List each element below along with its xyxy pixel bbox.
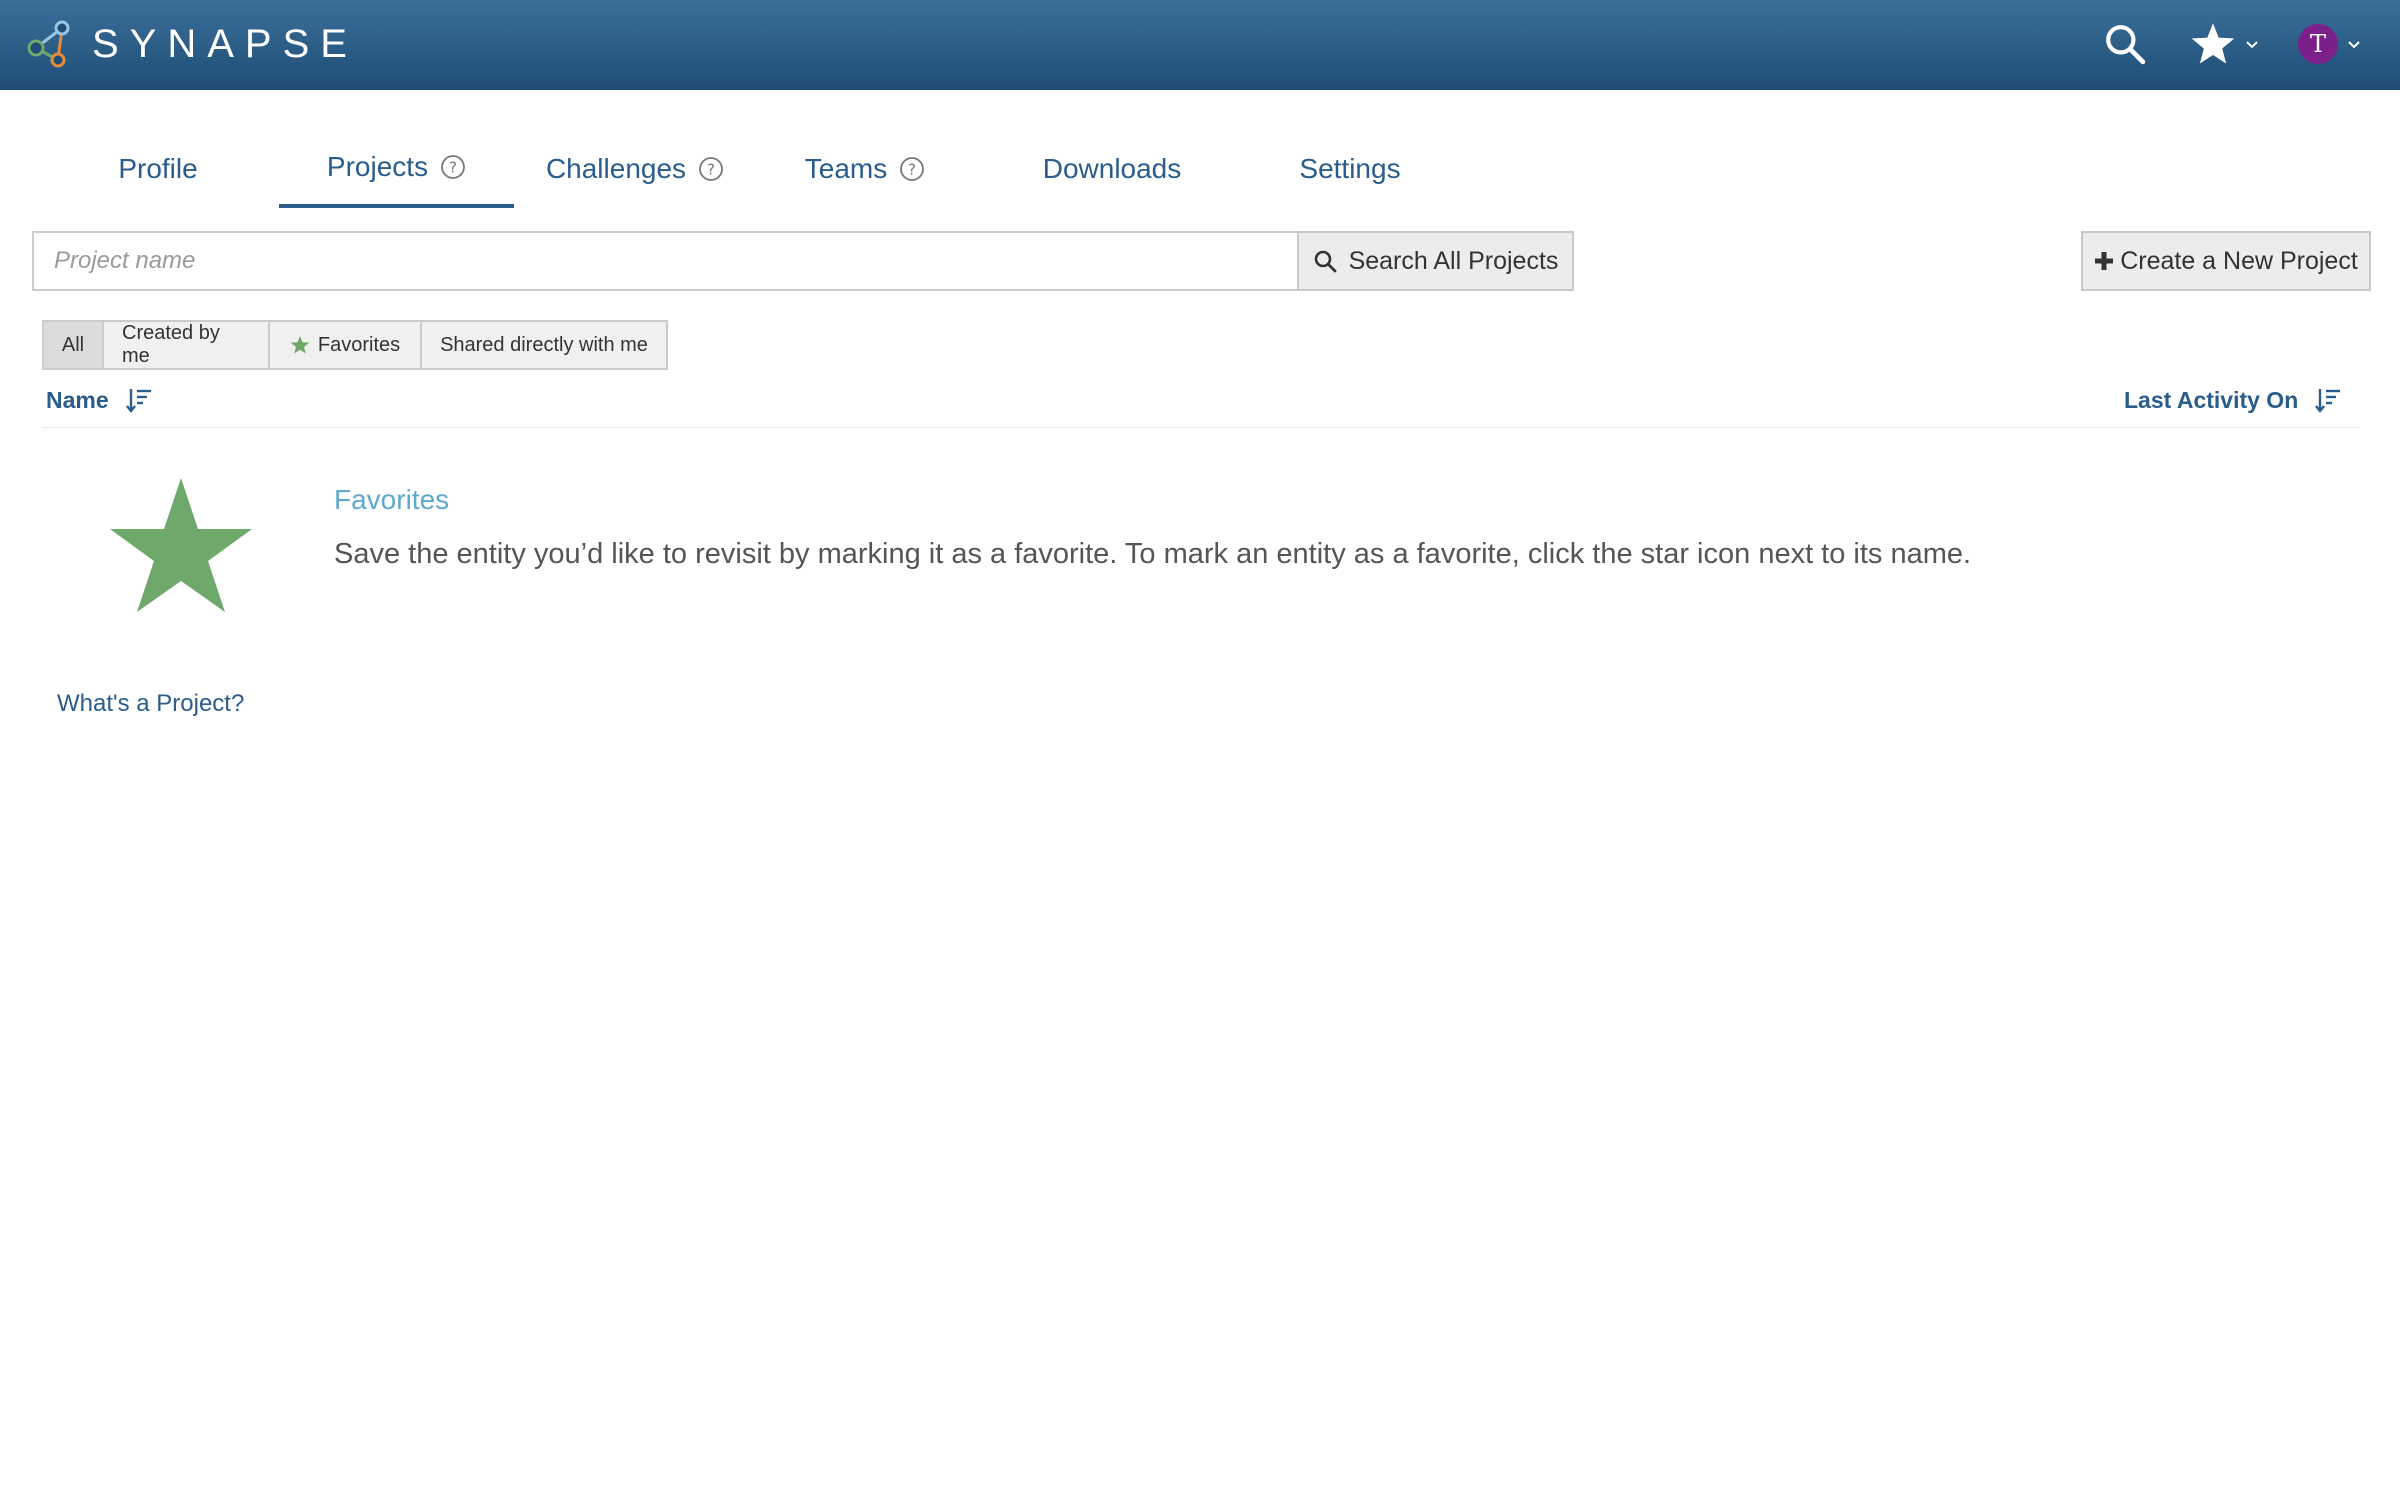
filter-label: All [61, 333, 85, 356]
filter-all[interactable]: All [42, 320, 104, 370]
filter-created-by-me[interactable]: Created by me [102, 320, 270, 370]
create-button-label: Create a New Project [2120, 246, 2358, 275]
column-label: Name [46, 386, 109, 413]
plus-icon [2095, 252, 2114, 270]
header-favorites-menu[interactable] [2190, 14, 2270, 74]
create-new-project-button[interactable]: Create a New Project [2081, 231, 2371, 291]
project-filter-group: All Created by me Favorites Shared direc… [42, 320, 668, 370]
header-user-menu[interactable]: T [2298, 14, 2378, 74]
top-navbar: SYNAPSE T [0, 0, 2400, 90]
filter-label: Favorites [317, 333, 401, 356]
filter-favorites[interactable]: Favorites [268, 320, 422, 370]
filter-shared-with-me[interactable]: Shared directly with me [420, 320, 668, 370]
sort-icon [2315, 389, 2341, 413]
whats-a-project-link[interactable]: What's a Project? [57, 690, 244, 718]
empty-state-title[interactable]: Favorites [334, 484, 449, 516]
tab-challenges[interactable]: Challenges ? [535, 130, 735, 208]
search-icon [2106, 25, 2146, 65]
tab-label: Settings [1299, 153, 1401, 184]
sort-icon [125, 389, 151, 413]
tab-settings[interactable]: Settings [1285, 130, 1415, 208]
synapse-logo[interactable]: SYNAPSE [22, 16, 358, 72]
favorites-star-icon [110, 478, 252, 612]
project-search-input[interactable] [32, 231, 1298, 291]
avatar: T [2298, 24, 2338, 64]
svg-text:?: ? [449, 159, 457, 177]
help-icon[interactable]: ? [698, 156, 724, 182]
tab-downloads[interactable]: Downloads [1025, 130, 1199, 208]
synapse-logo-icon [27, 20, 70, 68]
column-divider [42, 427, 2360, 428]
star-icon [290, 336, 310, 354]
tab-profile[interactable]: Profile [60, 130, 256, 208]
tab-label: Profile [118, 153, 198, 184]
tab-label: Teams [804, 153, 888, 184]
profile-tabs: Profile Projects ? Challenges ? Teams ? … [0, 130, 2400, 210]
column-header-name[interactable]: Name [46, 382, 153, 418]
help-icon[interactable]: ? [440, 154, 466, 180]
column-label: Last Activity On [2124, 386, 2299, 413]
svg-text:?: ? [707, 161, 715, 179]
logo-text: SYNAPSE [92, 21, 358, 66]
tab-projects[interactable]: Projects ? [279, 130, 514, 208]
header-search-button[interactable] [2104, 14, 2154, 74]
chevron-down-icon [2246, 41, 2258, 49]
tab-label: Projects [326, 151, 429, 182]
search-all-projects-button[interactable]: Search All Projects [1297, 231, 1574, 291]
tab-teams[interactable]: Teams ? [790, 130, 940, 208]
empty-state-description: Save the entity you’d like to revisit by… [334, 538, 1972, 570]
tab-label: Challenges [545, 153, 687, 184]
filter-label: Shared directly with me [440, 333, 648, 356]
filter-label: Created by me [122, 322, 220, 367]
svg-text:?: ? [908, 161, 916, 179]
tab-label: Downloads [1042, 153, 1182, 184]
chevron-down-icon [2348, 41, 2360, 49]
star-icon [2191, 23, 2235, 64]
search-icon [1314, 250, 1336, 273]
column-header-last-activity[interactable]: Last Activity On [2124, 382, 2342, 418]
search-button-label: Search All Projects [1348, 246, 1559, 275]
help-icon[interactable]: ? [899, 156, 925, 182]
